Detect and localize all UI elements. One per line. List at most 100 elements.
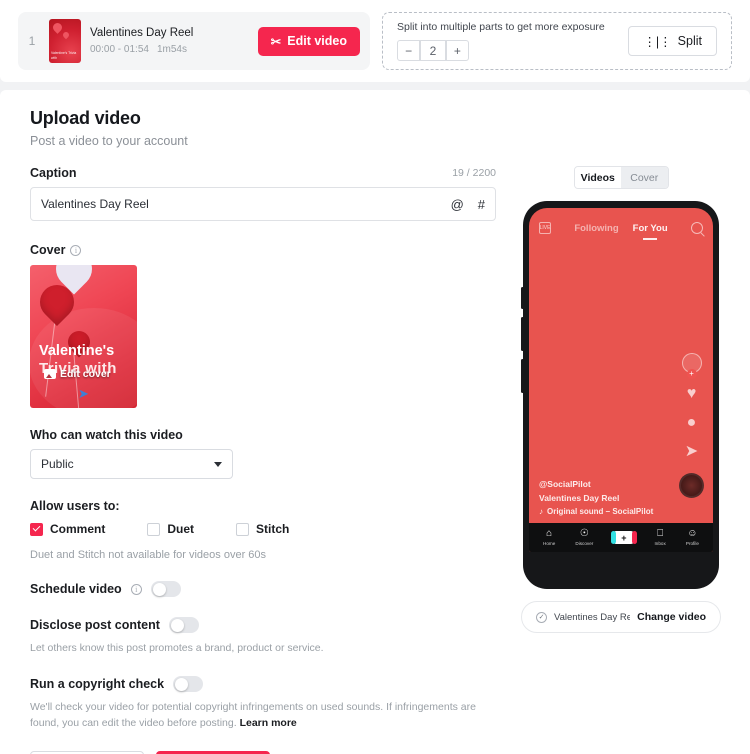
checkbox-stitch-box[interactable]	[236, 522, 250, 536]
privacy-section: Who can watch this video Public	[30, 428, 496, 479]
preview-tabs: Videos Cover	[573, 166, 669, 189]
caption-input[interactable]: Valentines Day Reel @ #	[30, 187, 496, 221]
split-button-label: Split	[677, 34, 702, 48]
heart-icon[interactable]: ♥	[687, 386, 697, 402]
info-icon[interactable]: i	[130, 583, 142, 595]
change-video-button[interactable]: Change video	[637, 611, 706, 623]
split-parts-stepper[interactable]: − 2 +	[397, 40, 470, 61]
upload-video-page: 1 Valentine's Trivia with Valentines Day…	[0, 0, 750, 754]
clip-title: Valentines Day Reel	[90, 27, 194, 39]
clip-times: 00:00 - 01:54 1m54s	[90, 44, 193, 55]
copyright-label: Run a copyright check	[30, 677, 165, 691]
edit-cover-button[interactable]: Edit cover	[44, 368, 111, 380]
nav-item-profile[interactable]: ☺ Profile	[685, 529, 699, 547]
checkbox-duet-label: Duet	[167, 522, 195, 536]
nav-item-home[interactable]: ⌂ Home	[543, 528, 556, 547]
clip-toolbar: 1 Valentine's Trivia with Valentines Day…	[0, 0, 750, 82]
action-rail: ♥ ● ➤	[679, 353, 704, 498]
stepper-decrement-button[interactable]: −	[397, 40, 421, 61]
allow-options: Comment Duet Stitch	[30, 522, 496, 536]
cover-thumbnail[interactable]: Valentine's Trivia with ➤ Edit cover	[30, 265, 137, 408]
phone-sound[interactable]: ♪ Original sound – SocialPilot	[539, 507, 653, 516]
clip-meta: Valentines Day Reel 00:00 - 01:54 1m54s	[90, 27, 193, 55]
cover-label: Cover	[30, 243, 66, 257]
copyright-toggle[interactable]	[173, 676, 204, 692]
heart-icon	[51, 21, 64, 34]
disclose-toggle[interactable]	[168, 617, 199, 633]
copyright-section: Run a copyright check We'll check your v…	[30, 676, 496, 731]
learn-more-link[interactable]: Learn more	[240, 717, 297, 729]
cover-text-line1: Valentine's	[39, 343, 115, 359]
privacy-value: Public	[41, 457, 74, 471]
avatar[interactable]	[681, 353, 702, 373]
tab-cover[interactable]: Cover	[621, 167, 668, 188]
home-icon: ⌂	[546, 528, 553, 539]
phone-bottom-nav: ⌂ Home ☉ Discover + ⎕ Inbox ☺ Profile	[529, 523, 713, 552]
tab-videos[interactable]: Videos	[574, 167, 621, 188]
phone-button-volume-down	[521, 359, 524, 393]
tab-following[interactable]: Following	[574, 223, 618, 234]
upload-form: Caption 19 / 2200 Valentines Day Reel @ …	[30, 166, 496, 754]
checkbox-duet[interactable]: Duet	[147, 522, 194, 536]
clip-thumb-text: Valentine's Trivia with	[51, 51, 77, 60]
scissors-icon: ✂	[270, 34, 282, 49]
edit-video-button[interactable]: ✂ Edit video	[257, 26, 360, 56]
checkbox-comment-box[interactable]	[30, 522, 43, 536]
nav-item-create[interactable]: +	[610, 531, 637, 544]
caption-counter: 19 / 2200	[452, 167, 496, 179]
feed-tabs: Following For You	[551, 223, 691, 234]
tab-for-you[interactable]: For You	[633, 223, 668, 234]
split-button[interactable]: ⋮|⋮ Split	[628, 26, 717, 56]
sound-disc-icon[interactable]	[679, 473, 704, 498]
nav-label-profile: Profile	[685, 541, 699, 546]
copyright-row: Run a copyright check	[30, 676, 496, 692]
checkbox-comment[interactable]: Comment	[30, 522, 105, 536]
checkbox-duet-box[interactable]	[147, 522, 161, 536]
search-icon[interactable]	[691, 222, 703, 234]
check-circle-icon: ✓	[536, 611, 547, 623]
checkbox-comment-label: Comment	[50, 522, 106, 536]
inbox-icon: ⎕	[657, 528, 664, 539]
heart-icon	[61, 30, 71, 40]
phone-sound-label: Original sound – SocialPilot	[547, 507, 654, 516]
caption-header: Caption 19 / 2200	[30, 166, 496, 180]
phone-button-mute	[521, 287, 524, 309]
compass-icon: ☉	[579, 528, 589, 539]
phone-top-bar: LIVE Following For You	[529, 208, 713, 234]
edit-cover-label: Edit cover	[60, 368, 111, 380]
allow-note: Duet and Stitch not available for videos…	[30, 549, 267, 561]
split-icon: ⋮|⋮	[643, 34, 672, 49]
stepper-increment-button[interactable]: +	[445, 40, 470, 61]
nav-label-home: Home	[543, 541, 556, 546]
comment-icon[interactable]: ●	[687, 415, 697, 431]
clip-duration: 1m54s	[156, 44, 187, 55]
split-description: Split into multiple parts to get more ex…	[397, 21, 605, 33]
info-icon[interactable]: i	[70, 244, 82, 256]
clip-card[interactable]: 1 Valentine's Trivia with Valentines Day…	[18, 12, 370, 70]
mention-icon[interactable]: @	[451, 197, 464, 212]
checkbox-stitch-label: Stitch	[256, 522, 290, 536]
split-card: Split into multiple parts to get more ex…	[382, 12, 732, 70]
disclose-label: Disclose post content	[30, 618, 160, 632]
hashtag-icon[interactable]: #	[478, 197, 485, 212]
caption-icons: @ #	[451, 197, 485, 212]
cover-header: Cover i	[30, 243, 496, 257]
chevron-down-icon	[214, 461, 222, 467]
nav-item-inbox[interactable]: ⎕ Inbox	[655, 528, 666, 547]
stepper-value: 2	[420, 40, 446, 61]
privacy-select[interactable]: Public	[30, 449, 233, 479]
page-title: Upload video	[30, 108, 141, 128]
allow-label: Allow users to:	[30, 499, 120, 513]
live-icon[interactable]: LIVE	[539, 222, 551, 234]
clip-range: 00:00 - 01:54	[90, 44, 149, 55]
schedule-toggle[interactable]	[150, 581, 181, 597]
page-subtitle: Post a video to your account	[30, 134, 188, 148]
image-icon	[44, 369, 56, 379]
preview-pane: Videos Cover LIVE Following For You + ♥ …	[516, 166, 726, 633]
share-icon[interactable]: ➤	[685, 444, 698, 460]
checkbox-stitch[interactable]: Stitch	[236, 522, 289, 536]
nav-item-discover[interactable]: ☉ Discover	[575, 528, 593, 547]
edit-video-label: Edit video	[287, 34, 347, 48]
phone-username[interactable]: @SocialPilot	[539, 479, 653, 489]
split-left: Split into multiple parts to get more ex…	[397, 21, 605, 61]
